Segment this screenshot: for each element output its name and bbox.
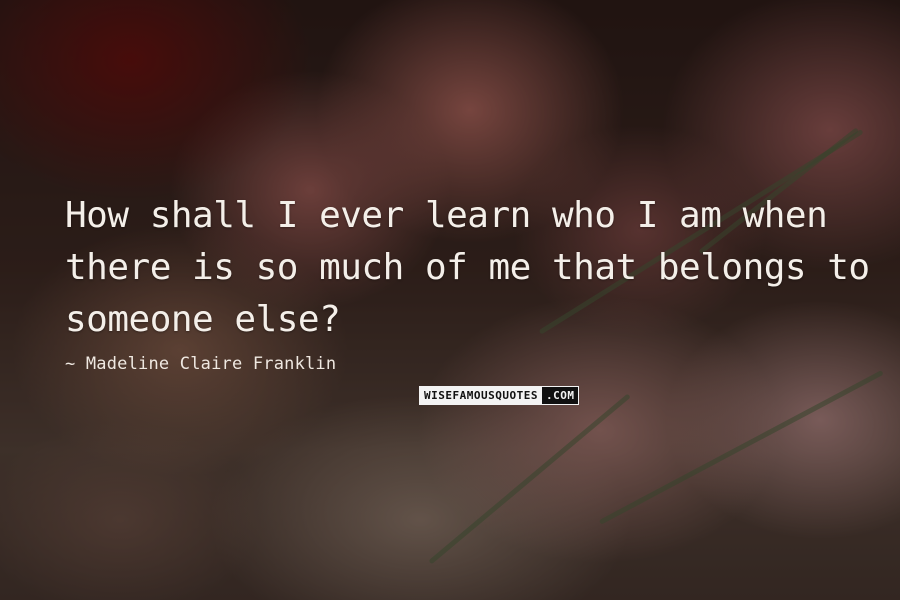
site-watermark: WISEFAMOUSQUOTES .COM bbox=[419, 386, 580, 405]
quote-text: How shall I ever learn who I am when the… bbox=[65, 195, 870, 340]
watermark-domain: .COM bbox=[541, 387, 579, 404]
quote-card: How shall I ever learn who I am when the… bbox=[0, 0, 900, 600]
quote-author: ~ Madeline Claire Franklin bbox=[65, 354, 337, 374]
watermark-name: WISEFAMOUSQUOTES bbox=[420, 387, 542, 404]
